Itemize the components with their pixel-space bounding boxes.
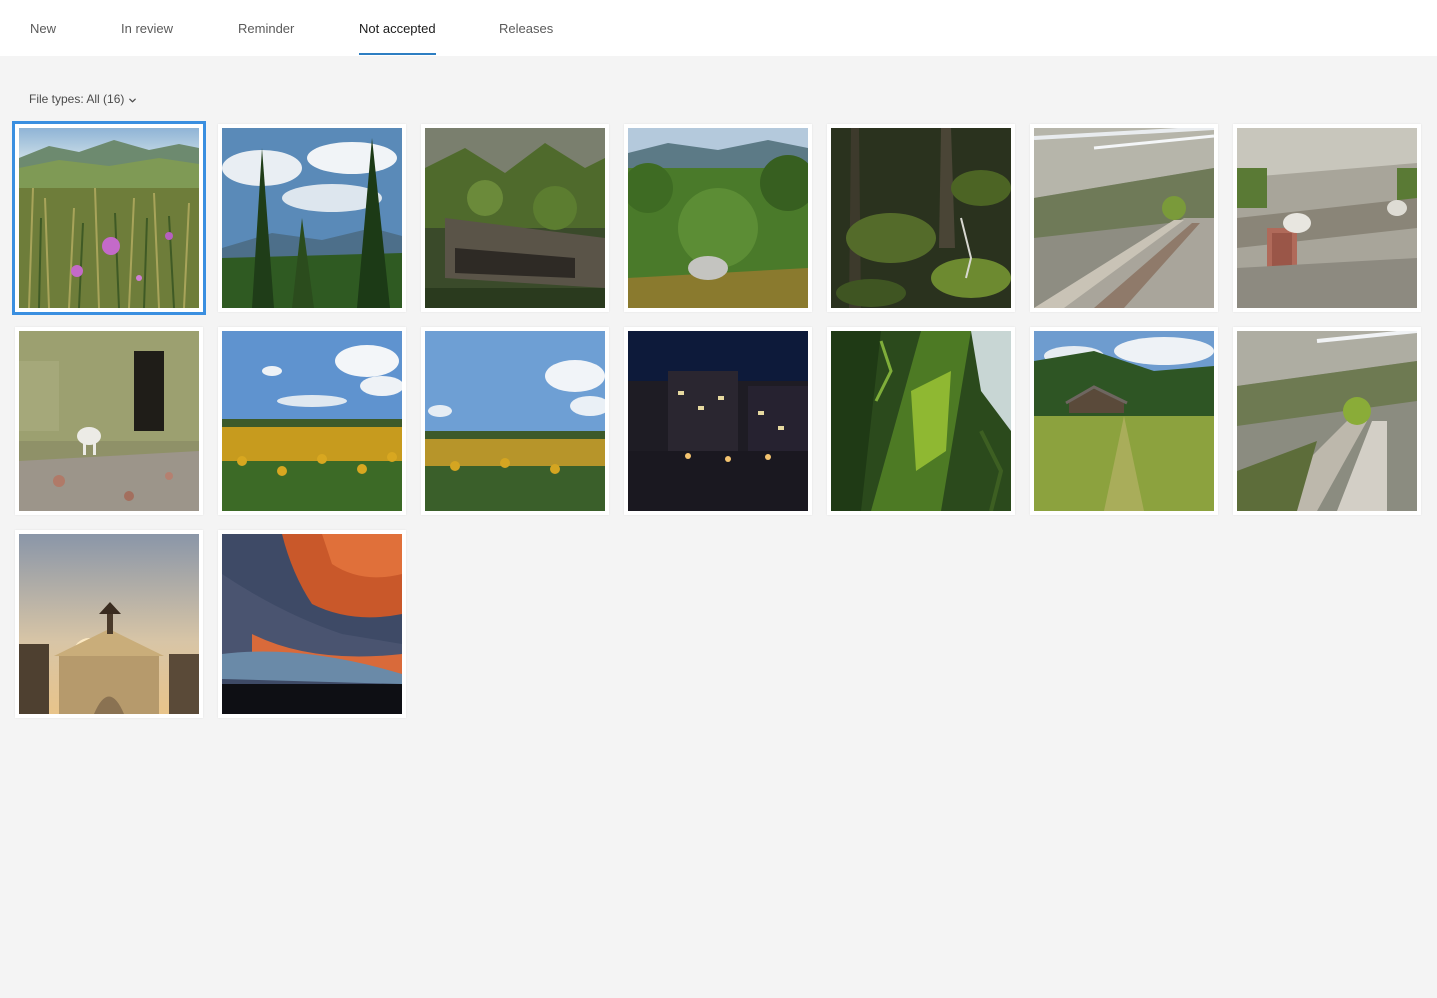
thumbnail-image: [831, 331, 1011, 511]
thumbnail-image: [19, 128, 199, 308]
thumbnail-image: [425, 331, 605, 511]
tab-in-review[interactable]: In review: [121, 0, 173, 56]
thumbnail-green-valley[interactable]: [624, 124, 812, 312]
thumbnail-image: [222, 331, 402, 511]
file-types-filter[interactable]: File types: All (16): [29, 92, 137, 106]
thumbnail-mountain-hut[interactable]: [1030, 327, 1218, 515]
thumbnail-image: [1237, 128, 1417, 308]
thumbnail-city-night[interactable]: [624, 327, 812, 515]
thumbnail-meadow-wildflowers[interactable]: [15, 124, 203, 312]
thumbnail-abandoned-barn[interactable]: [1030, 124, 1218, 312]
thumbnail-barn-goat[interactable]: [1233, 124, 1421, 312]
thumbnail-image: [831, 128, 1011, 308]
thumbnail-sunflower-sky[interactable]: [421, 327, 609, 515]
thumbnail-sunflower-field[interactable]: [218, 327, 406, 515]
tab-new[interactable]: New: [30, 0, 56, 56]
chevron-down-icon: [129, 98, 137, 102]
thumbnail-ruined-building-goat[interactable]: [15, 327, 203, 515]
thumbnail-monument-arch[interactable]: [15, 530, 203, 718]
thumbnail-barn-corridor[interactable]: [1233, 327, 1421, 515]
tab-releases[interactable]: Releases: [499, 0, 553, 56]
tab-bar: New In review Reminder Not accepted Rele…: [0, 0, 1437, 56]
thumbnail-moss-tree-trunk[interactable]: [827, 327, 1015, 515]
tab-reminder[interactable]: Reminder: [238, 0, 294, 56]
thumbnail-image: [1237, 331, 1417, 511]
thumbnail-mossy-forest[interactable]: [827, 124, 1015, 312]
thumbnail-rocky-forest[interactable]: [421, 124, 609, 312]
thumbnail-image: [222, 128, 402, 308]
thumbnail-image: [1034, 128, 1214, 308]
thumbnail-image: [1034, 331, 1214, 511]
thumbnail-image: [628, 128, 808, 308]
file-types-filter-label: File types: All (16): [29, 92, 125, 106]
thumbnail-image: [222, 534, 402, 714]
thumbnail-image: [425, 128, 605, 308]
thumbnail-forest-fir-trees[interactable]: [218, 124, 406, 312]
tab-not-accepted[interactable]: Not accepted: [359, 0, 436, 56]
thumbnail-image: [628, 331, 808, 511]
thumbnail-orange-sunset[interactable]: [218, 530, 406, 718]
thumbnail-image: [19, 534, 199, 714]
thumbnail-image: [19, 331, 199, 511]
